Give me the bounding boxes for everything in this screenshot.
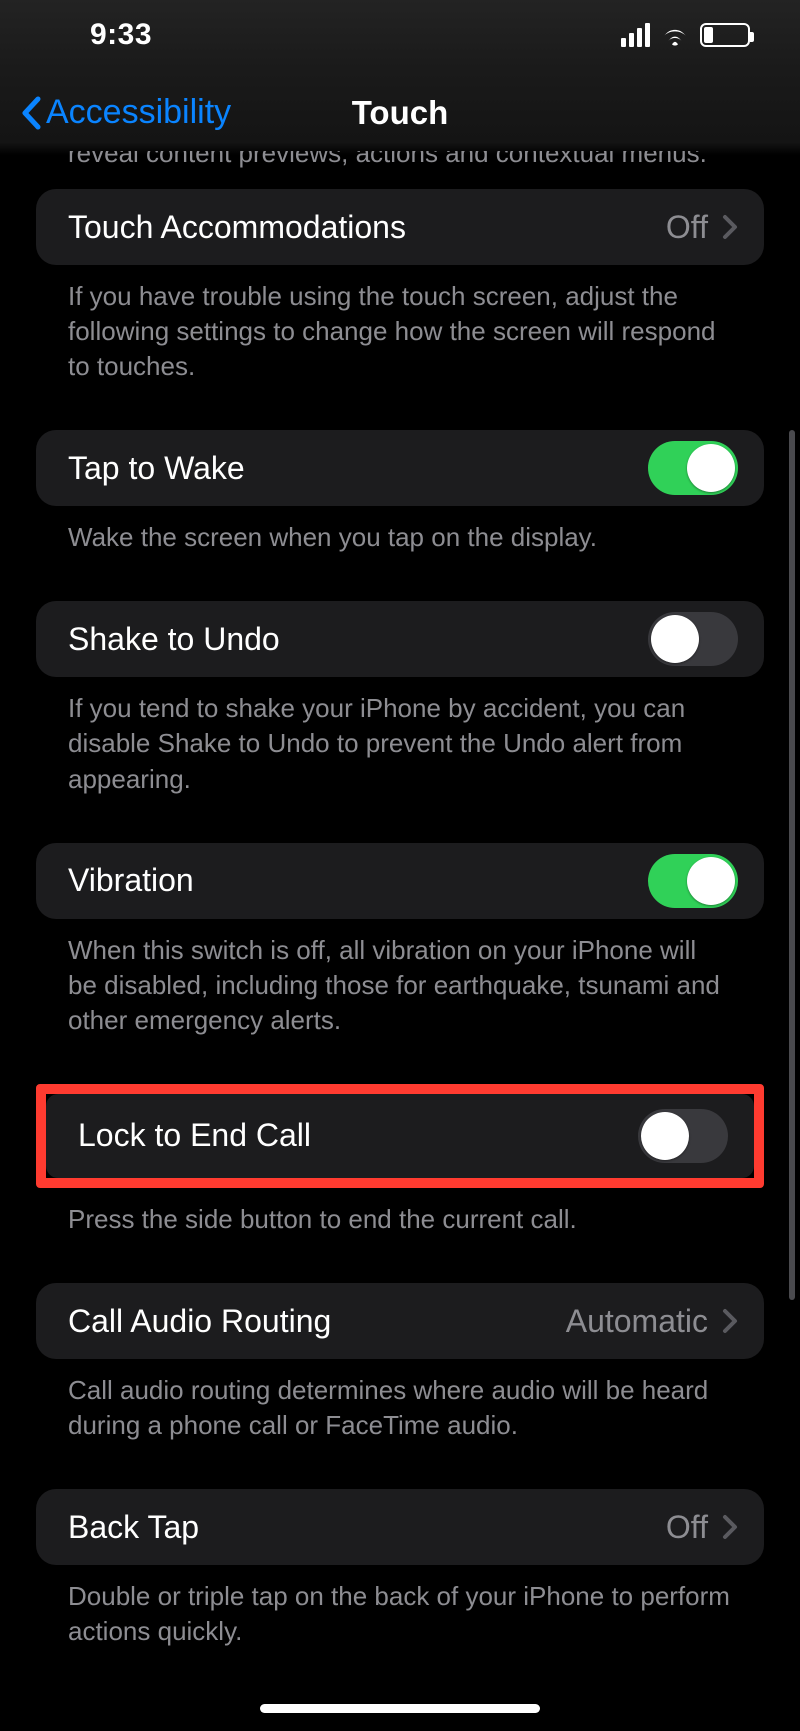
group-call-audio-routing: Call Audio Routing Automatic Call audio … [36, 1283, 764, 1443]
scroll-indicator[interactable] [789, 430, 795, 1300]
row-vibration[interactable]: Vibration [36, 843, 764, 919]
wifi-icon [660, 24, 690, 46]
group-footer: When this switch is off, all vibration o… [36, 919, 764, 1038]
row-value: Off [666, 1509, 708, 1546]
group-footer: Press the side button to end the current… [36, 1188, 764, 1237]
highlight-lock-to-end-call: Lock to End Call [36, 1084, 764, 1188]
toggle-lock-to-end-call[interactable] [638, 1109, 728, 1163]
row-label: Lock to End Call [78, 1117, 311, 1154]
toggle-shake-to-undo[interactable] [648, 612, 738, 666]
group-footer: If you tend to shake your iPhone by acci… [36, 677, 764, 796]
prev-group-footer: reveal content previews, actions and con… [36, 151, 764, 177]
row-lock-to-end-call[interactable]: Lock to End Call [46, 1094, 754, 1178]
back-label: Accessibility [46, 93, 231, 132]
group-back-tap: Back Tap Off Double or triple tap on the… [36, 1489, 764, 1649]
chevron-left-icon [20, 95, 42, 131]
chevron-right-icon [722, 1513, 738, 1541]
row-label: Touch Accommodations [68, 209, 406, 246]
row-touch-accommodations[interactable]: Touch Accommodations Off [36, 189, 764, 265]
home-indicator[interactable] [260, 1704, 540, 1713]
status-time: 9:33 [90, 18, 152, 52]
row-label: Vibration [68, 862, 194, 899]
row-label: Call Audio Routing [68, 1303, 331, 1340]
row-shake-to-undo[interactable]: Shake to Undo [36, 601, 764, 677]
group-footer: Double or triple tap on the back of your… [36, 1565, 764, 1649]
row-label: Back Tap [68, 1509, 199, 1546]
status-icons [621, 23, 750, 47]
row-back-tap[interactable]: Back Tap Off [36, 1489, 764, 1565]
battery-icon [700, 23, 750, 47]
group-footer: If you have trouble using the touch scre… [36, 265, 764, 384]
group-footer: Wake the screen when you tap on the disp… [36, 506, 764, 555]
row-value: Automatic [566, 1303, 708, 1340]
status-bar: 9:33 [0, 0, 800, 70]
toggle-tap-to-wake[interactable] [648, 441, 738, 495]
group-shake-to-undo: Shake to Undo If you tend to shake your … [36, 601, 764, 796]
toggle-vibration[interactable] [648, 854, 738, 908]
group-footer: Call audio routing determines where audi… [36, 1359, 764, 1443]
row-label: Shake to Undo [68, 621, 280, 658]
row-call-audio-routing[interactable]: Call Audio Routing Automatic [36, 1283, 764, 1359]
group-touch-accommodations: Touch Accommodations Off If you have tro… [36, 189, 764, 384]
chevron-right-icon [722, 213, 738, 241]
group-vibration: Vibration When this switch is off, all v… [36, 843, 764, 1038]
cellular-icon [621, 23, 650, 47]
row-tap-to-wake[interactable]: Tap to Wake [36, 430, 764, 506]
nav-bar: Accessibility Touch [0, 70, 800, 155]
group-tap-to-wake: Tap to Wake Wake the screen when you tap… [36, 430, 764, 555]
chevron-right-icon [722, 1307, 738, 1335]
row-value: Off [666, 209, 708, 246]
back-button[interactable]: Accessibility [20, 93, 231, 132]
row-label: Tap to Wake [68, 450, 245, 487]
content: reveal content previews, actions and con… [0, 151, 800, 1689]
